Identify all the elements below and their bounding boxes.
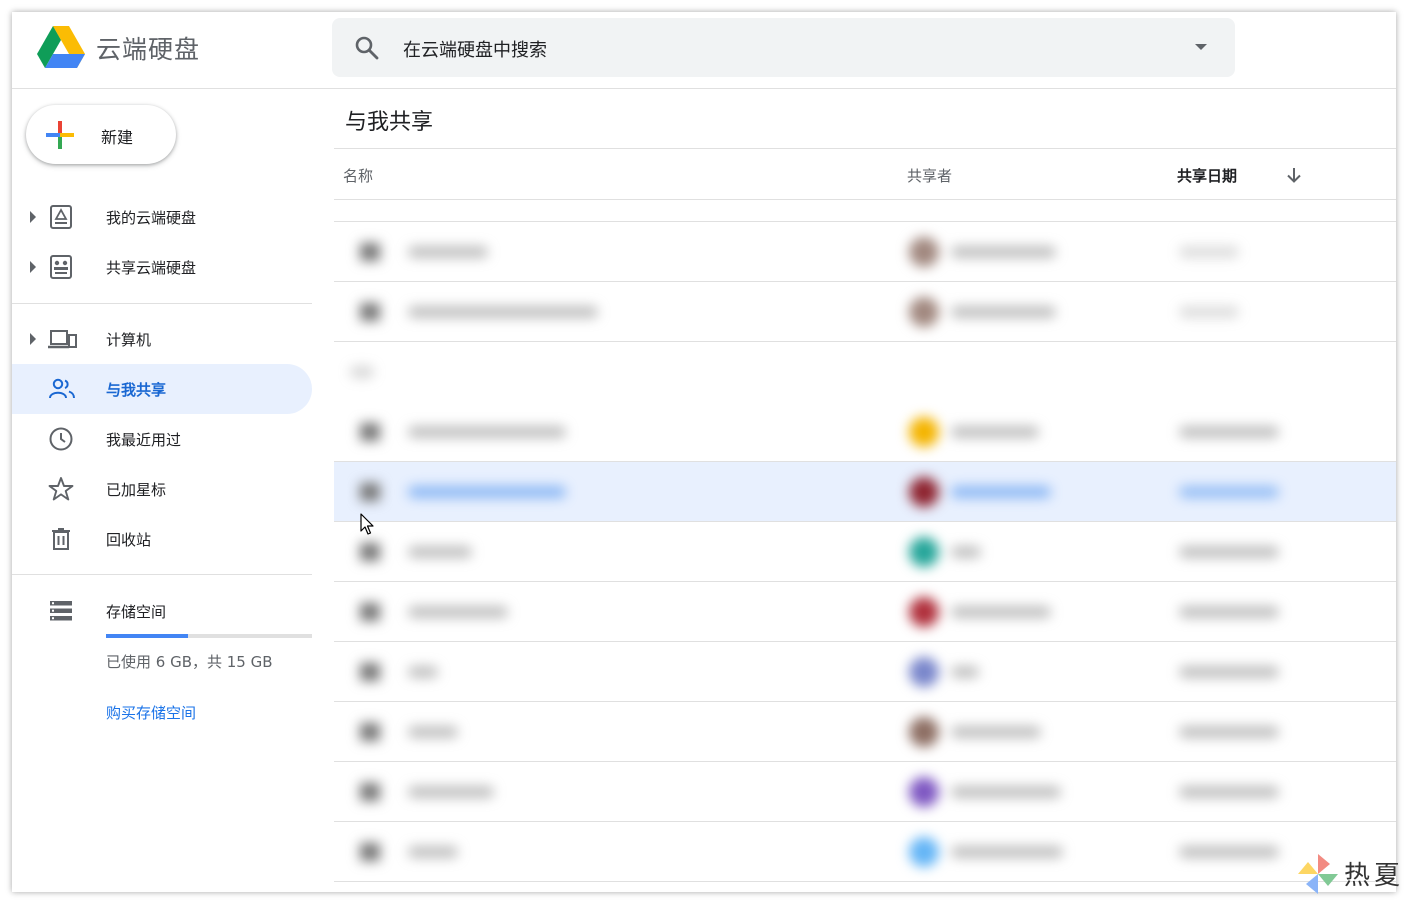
sidebar-item-label: 与我共享 bbox=[106, 381, 167, 399]
search-bar[interactable]: 在云端硬盘中搜索 bbox=[332, 18, 1235, 77]
sidebar-item-label: 我的云端硬盘 bbox=[106, 209, 197, 227]
new-button-label: 新建 bbox=[101, 128, 134, 147]
file-row[interactable] bbox=[334, 582, 1396, 642]
plus-icon bbox=[46, 121, 74, 149]
sidebar-item-shared-drives[interactable]: 共享云端硬盘 bbox=[12, 242, 312, 292]
file-row[interactable] bbox=[334, 822, 1396, 882]
sidebar-item-storage[interactable]: 存储空间 bbox=[12, 586, 312, 636]
sidebar-item-label: 回收站 bbox=[106, 531, 152, 549]
sidebar-item-recent[interactable]: 我最近用过 bbox=[12, 414, 312, 464]
drive-window: 云端硬盘 在云端硬盘中搜索 新建 我的云端硬盘 共享云端硬盘 计算机 与我共享 … bbox=[12, 12, 1396, 892]
storage-usage-bar bbox=[106, 634, 312, 638]
storage-icon bbox=[50, 601, 72, 621]
buy-storage-link[interactable]: 购买存储空间 bbox=[106, 702, 196, 723]
main-content: 与我共享 名称 共享者 共享日期 bbox=[334, 90, 1396, 892]
file-row[interactable] bbox=[334, 222, 1396, 282]
top-bar: 云端硬盘 在云端硬盘中搜索 bbox=[12, 12, 1396, 89]
avatar bbox=[909, 657, 939, 687]
app-title: 云端硬盘 bbox=[96, 35, 201, 64]
search-icon[interactable] bbox=[354, 35, 380, 61]
sidebar-item-computers[interactable]: 计算机 bbox=[12, 314, 312, 364]
avatar bbox=[909, 477, 939, 507]
sidebar-item-shared-with-me[interactable]: 与我共享 bbox=[12, 364, 312, 414]
search-options-dropdown-icon[interactable] bbox=[1195, 44, 1207, 50]
sidebar-item-my-drive[interactable]: 我的云端硬盘 bbox=[12, 192, 312, 242]
mouse-cursor-icon bbox=[360, 513, 374, 535]
column-header-name[interactable]: 名称 bbox=[343, 165, 373, 186]
file-list bbox=[334, 222, 1396, 892]
sidebar-item-label: 共享云端硬盘 bbox=[106, 259, 197, 277]
sidebar-item-label: 存储空间 bbox=[106, 603, 167, 621]
file-row[interactable] bbox=[334, 402, 1396, 462]
sort-descending-icon[interactable] bbox=[1286, 166, 1302, 184]
column-header-share-date[interactable]: 共享日期 bbox=[1177, 165, 1237, 186]
sidebar: 新建 我的云端硬盘 共享云端硬盘 计算机 与我共享 我最近用过 已加星标 回收站… bbox=[12, 90, 322, 892]
avatar bbox=[909, 417, 939, 447]
page-title: 与我共享 bbox=[345, 110, 434, 135]
avatar bbox=[909, 297, 939, 327]
avatar bbox=[909, 837, 939, 867]
file-row[interactable] bbox=[334, 642, 1396, 702]
drive-logo-icon[interactable] bbox=[37, 26, 85, 70]
storage-used-text: 已使用 6 GB，共 15 GB bbox=[106, 653, 273, 671]
file-list-header: 名称 共享者 共享日期 bbox=[334, 148, 1396, 200]
sidebar-item-label: 已加星标 bbox=[106, 481, 167, 499]
file-row[interactable] bbox=[334, 522, 1396, 582]
file-row[interactable] bbox=[334, 282, 1396, 342]
trash-icon bbox=[52, 528, 70, 550]
expand-arrow-icon[interactable] bbox=[30, 211, 36, 223]
list-section-header bbox=[334, 342, 1396, 402]
sidebar-item-starred[interactable]: 已加星标 bbox=[12, 464, 312, 514]
avatar bbox=[909, 537, 939, 567]
avatar bbox=[909, 597, 939, 627]
new-button[interactable]: 新建 bbox=[26, 105, 176, 164]
avatar bbox=[909, 237, 939, 267]
sidebar-item-label: 计算机 bbox=[106, 331, 152, 349]
sidebar-divider bbox=[12, 303, 312, 304]
computer-icon bbox=[48, 330, 77, 349]
star-icon bbox=[48, 477, 74, 501]
file-row[interactable] bbox=[334, 702, 1396, 762]
search-input[interactable]: 在云端硬盘中搜索 bbox=[403, 36, 547, 62]
watermark-text: 热夏 bbox=[1344, 861, 1405, 891]
expand-arrow-icon[interactable] bbox=[30, 261, 36, 273]
sidebar-item-trash[interactable]: 回收站 bbox=[12, 514, 312, 564]
pinwheel-logo-icon bbox=[1298, 854, 1338, 894]
clock-icon bbox=[49, 427, 73, 451]
file-row[interactable] bbox=[334, 462, 1396, 522]
sidebar-item-label: 我最近用过 bbox=[106, 431, 182, 449]
watermark: 热夏 bbox=[1294, 850, 1404, 898]
list-spacer bbox=[334, 200, 1396, 222]
drive-icon bbox=[50, 205, 72, 229]
sidebar-divider bbox=[12, 574, 312, 575]
expand-arrow-icon[interactable] bbox=[30, 333, 36, 345]
file-row[interactable] bbox=[334, 762, 1396, 822]
people-icon bbox=[49, 378, 75, 399]
storage-usage-fill bbox=[106, 634, 189, 638]
shared-drive-icon bbox=[50, 255, 72, 279]
column-header-shared-by[interactable]: 共享者 bbox=[907, 165, 952, 186]
avatar bbox=[909, 717, 939, 747]
avatar bbox=[909, 777, 939, 807]
